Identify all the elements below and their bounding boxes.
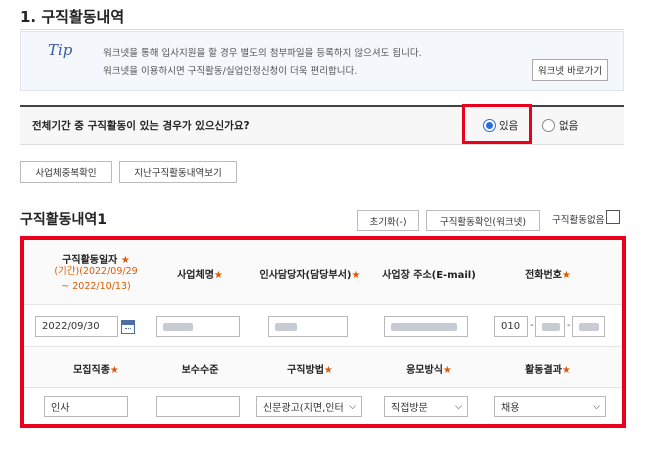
page-title: 1. 구직활동내역 bbox=[20, 8, 125, 26]
tip-text-line1: 워크넷을 통해 입사지원을 할 경우 별도의 첨부파일을 등록하지 않으셔도 됩… bbox=[103, 48, 422, 59]
job-type-input[interactable]: 인사 bbox=[44, 396, 128, 417]
result-select[interactable]: 채용 ⌵ bbox=[494, 396, 606, 417]
header-method: 구직방법★ bbox=[287, 365, 333, 376]
chevron-down-icon: ⌵ bbox=[349, 401, 356, 412]
header-result: 활동결과★ bbox=[525, 365, 571, 376]
tip-text-line2: 워크넷을 이용하시면 구직활동/실업인정신청이 더욱 편리합니다. bbox=[103, 66, 358, 77]
phone-prefix-input[interactable]: 010 bbox=[494, 316, 528, 337]
header-job-type: 모집직종★ bbox=[73, 365, 119, 376]
apply-type-select-value: 직접방문 bbox=[391, 403, 428, 414]
phone-separator-1: - bbox=[530, 320, 534, 331]
method-select-value: 신문광고(지면,인터 bbox=[263, 403, 344, 414]
no-activity-checkbox[interactable] bbox=[606, 210, 620, 224]
date-input[interactable]: 2022/09/30 bbox=[35, 316, 118, 337]
header-date: 구직활동일자 ★ bbox=[62, 255, 130, 266]
salary-input[interactable] bbox=[156, 396, 240, 417]
reset-button[interactable]: 초기화(-) bbox=[357, 210, 419, 231]
radio-no[interactable] bbox=[542, 119, 555, 132]
question-label: 전체기간 중 구직활동이 있는 경우가 있으신가요? bbox=[32, 120, 250, 132]
chevron-down-icon: ⌵ bbox=[455, 401, 462, 412]
method-select[interactable]: 신문광고(지면,인터 ⌵ bbox=[256, 396, 362, 417]
title-divider bbox=[20, 29, 624, 30]
radio-no-label[interactable]: 없음 bbox=[559, 118, 578, 133]
result-select-value: 채용 bbox=[501, 403, 520, 414]
phone-last-input[interactable] bbox=[572, 316, 605, 337]
confirm-worknet-button[interactable]: 구직활동확인(워크넷) bbox=[426, 210, 540, 231]
header-address: 사업장 주소(E-mail) bbox=[382, 270, 476, 281]
header-apply-type: 응모방식★ bbox=[406, 365, 452, 376]
apply-type-select[interactable]: 직접방문 ⌵ bbox=[384, 396, 468, 417]
highlight-box-yes bbox=[462, 104, 532, 144]
company-input[interactable] bbox=[156, 316, 240, 337]
header-date-period: (기간)(2022/09/29 bbox=[54, 266, 138, 277]
phone-middle-input[interactable] bbox=[535, 316, 565, 337]
history-title: 구직활동내역1 bbox=[20, 212, 108, 228]
chevron-down-icon: ⌵ bbox=[593, 401, 600, 412]
header-date-period-end: ~ 2022/10/13) bbox=[61, 281, 131, 292]
radio-yes[interactable] bbox=[483, 119, 496, 132]
no-activity-label: 구직활동없음 bbox=[552, 215, 605, 226]
header-company: 사업체명★ bbox=[177, 270, 223, 281]
phone-separator-2: - bbox=[567, 320, 571, 331]
header-salary: 보수수준 bbox=[181, 365, 219, 376]
manager-input[interactable] bbox=[268, 316, 348, 337]
previous-history-button[interactable]: 지난구직활동내역보기 bbox=[119, 161, 237, 183]
address-input[interactable] bbox=[384, 316, 468, 337]
duplicate-check-button[interactable]: 사업체중복확인 bbox=[20, 161, 112, 183]
header-manager: 인사담당자(담당부서)★ bbox=[259, 270, 361, 281]
calendar-icon[interactable] bbox=[121, 320, 135, 334]
tip-icon: Tip bbox=[48, 41, 73, 59]
worknet-link-button[interactable]: 워크넷 바로가기 bbox=[532, 59, 608, 81]
header-phone: 전화번호★ bbox=[525, 270, 571, 281]
radio-yes-label[interactable]: 있음 bbox=[499, 118, 518, 133]
